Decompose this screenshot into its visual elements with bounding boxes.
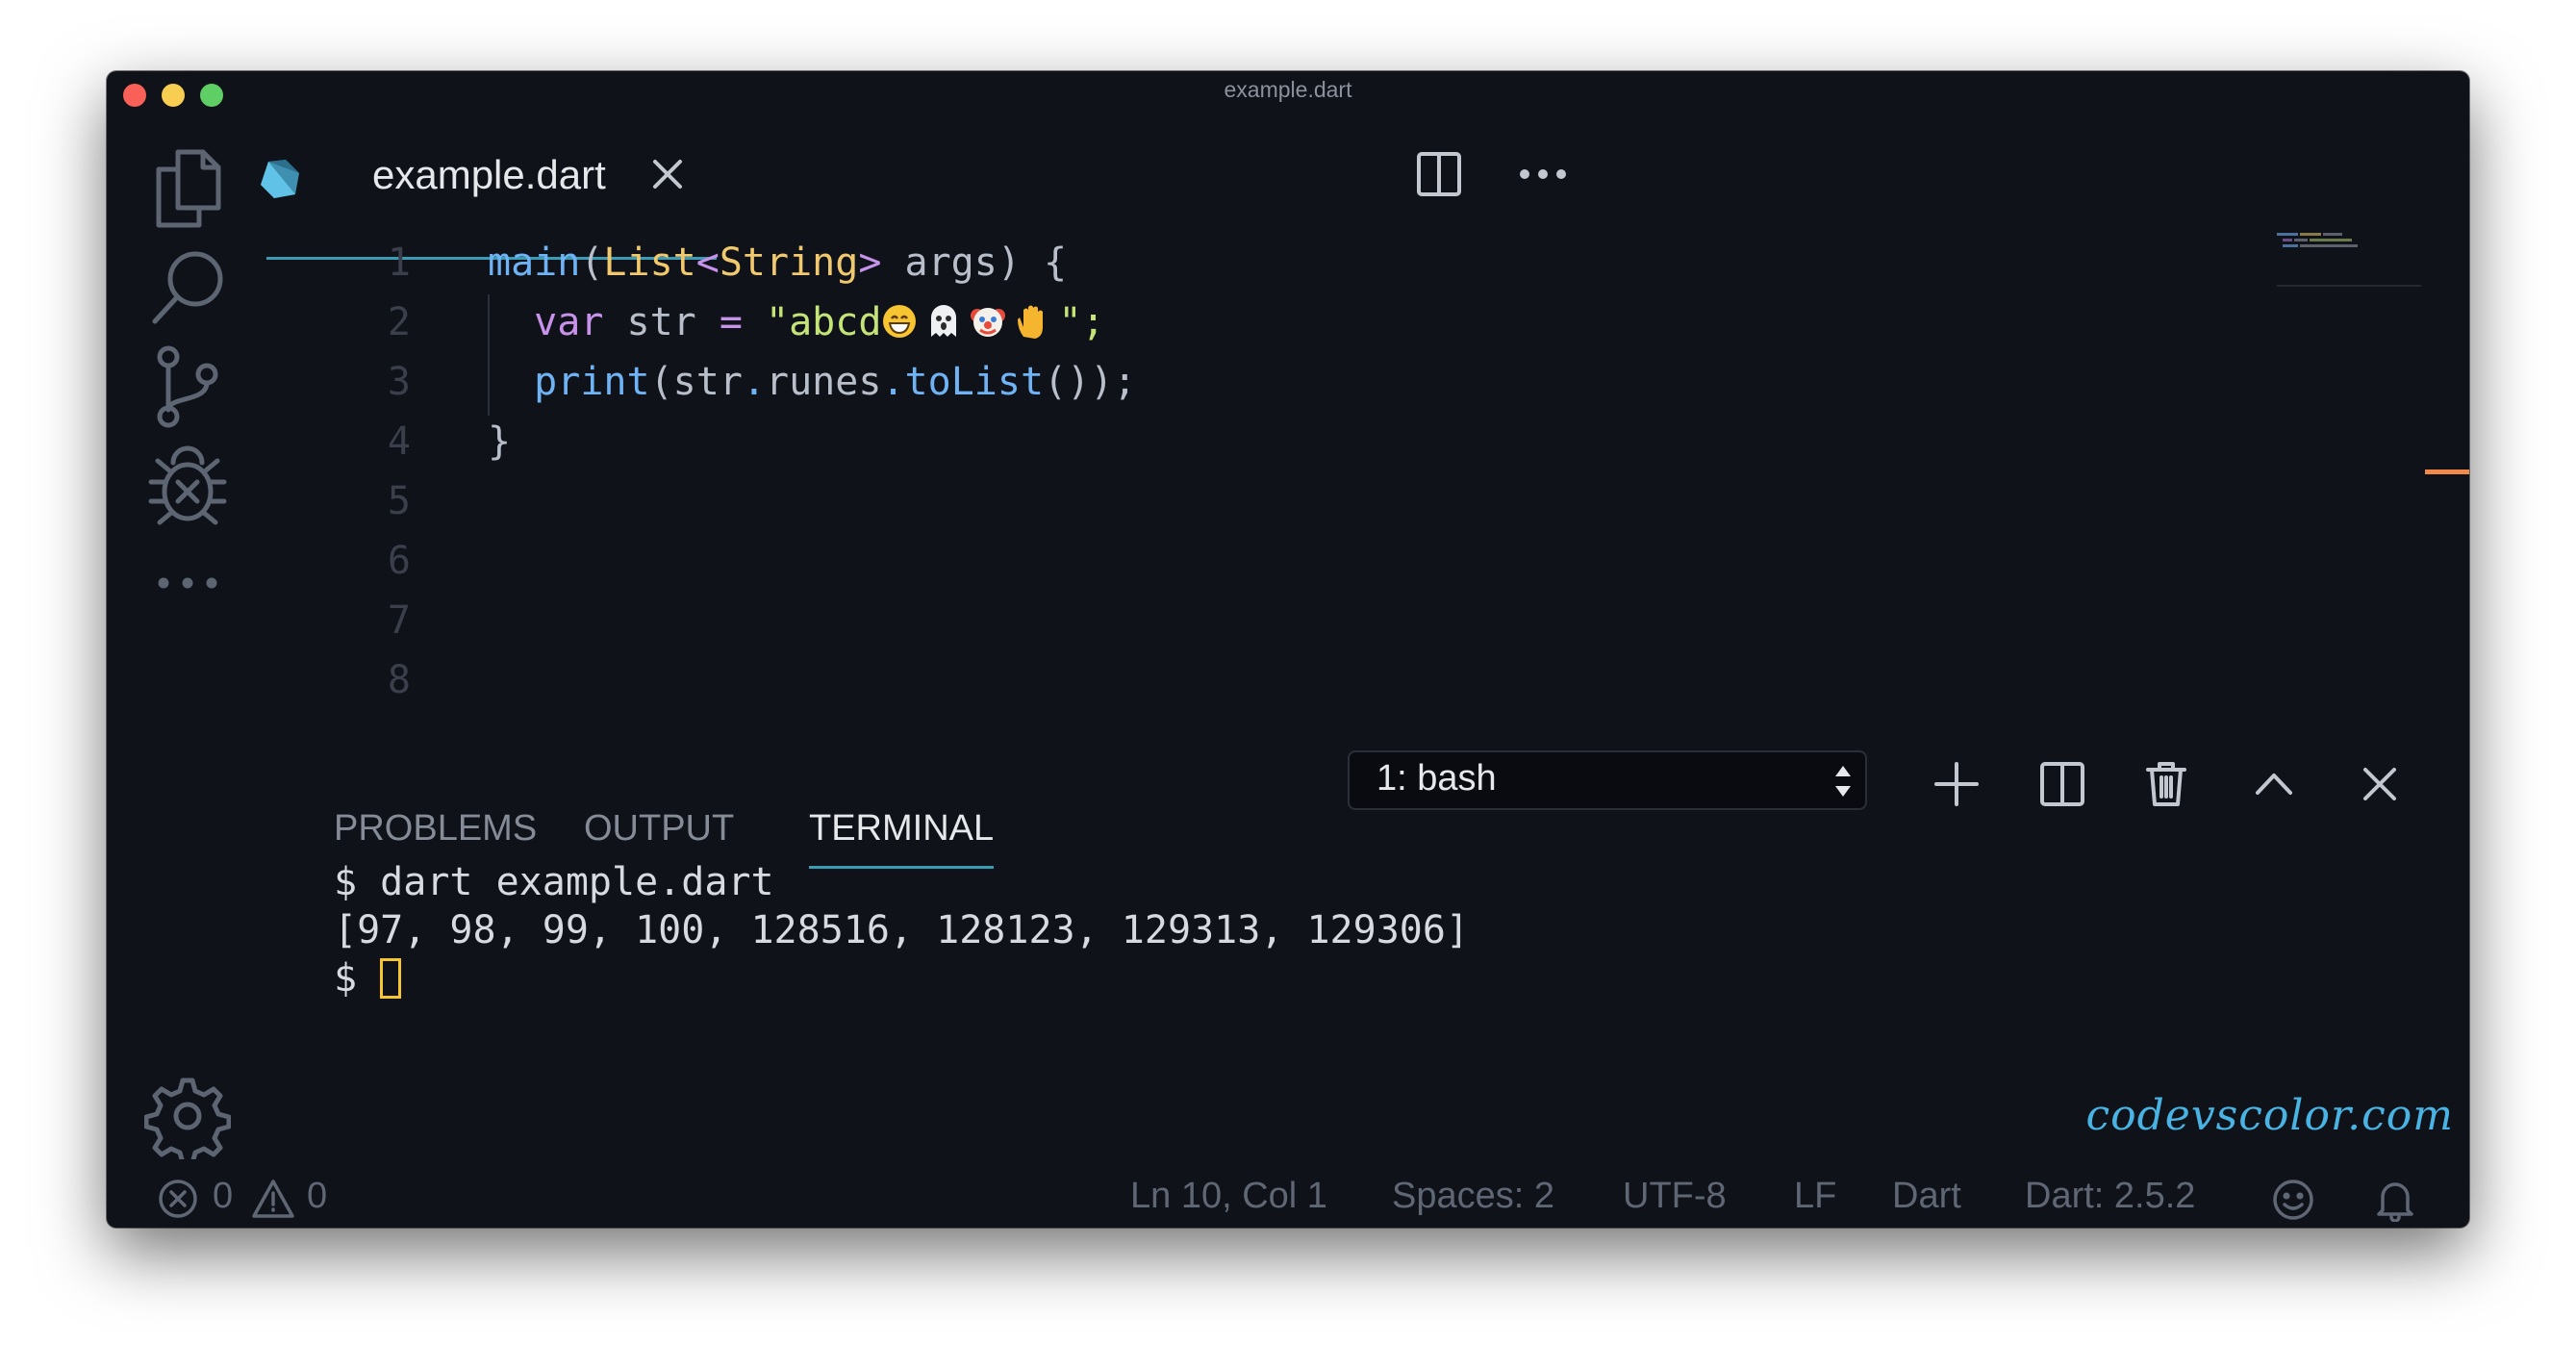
- terminal-line: [97, 98, 99, 100, 128516, 128123, 129313…: [334, 908, 1470, 952]
- status-bar: 0 0 Ln 10, Col 1 Spaces: 2 UTF-8 LF Dart…: [107, 1162, 2469, 1228]
- code-area[interactable]: main(List<String> args) { var str = "abc…: [488, 233, 1136, 471]
- split-terminal-icon[interactable]: [2038, 760, 2086, 813]
- line-number: 3: [387, 360, 411, 404]
- terminal[interactable]: $ dart example.dart [97, 98, 99, 100, 12…: [334, 858, 1469, 1002]
- more-actions-icon[interactable]: [1519, 150, 1567, 203]
- line-number: 7: [387, 598, 411, 643]
- close-tab-icon[interactable]: [645, 152, 690, 196]
- terminal-select[interactable]: 1: bash: [1348, 750, 1867, 810]
- cursor-position[interactable]: Ln 10, Col 1: [1130, 1176, 1327, 1217]
- settings-icon[interactable]: [141, 1070, 234, 1162]
- code-token: args) {: [881, 241, 1068, 285]
- code-token: "abcd: [742, 300, 882, 344]
- terminal-line: $ dart example.dart: [334, 860, 774, 904]
- window-title: example.dart: [1224, 77, 1352, 102]
- feedback-icon[interactable]: [2271, 1178, 2315, 1228]
- watermark: codevscolor.com: [2085, 1091, 2454, 1140]
- code-line-3: print(str.runes.toList());: [488, 352, 1136, 412]
- split-editor-icon[interactable]: [1415, 150, 1463, 203]
- code-token: ());: [1044, 360, 1137, 404]
- code-line-1: main(List<String> args) {: [488, 233, 1136, 292]
- line-number: 8: [387, 658, 411, 702]
- line-number: 4: [387, 419, 411, 464]
- terminal-prompt: $: [334, 956, 381, 1001]
- search-icon[interactable]: [141, 241, 234, 333]
- code-token: str: [603, 300, 720, 344]
- code-token: (: [580, 241, 604, 285]
- code-token: print: [534, 360, 650, 404]
- overview-ruler-marker: [2425, 469, 2469, 474]
- code-token: var: [534, 300, 604, 344]
- emoji-run: [881, 300, 1058, 344]
- code-token: <: [695, 241, 720, 285]
- code-token: }: [488, 419, 512, 464]
- line-ending[interactable]: LF: [1794, 1176, 1836, 1217]
- code-token: .: [742, 360, 767, 404]
- code-token: runes: [766, 360, 882, 404]
- error-count[interactable]: 0: [213, 1176, 233, 1217]
- code-token: .: [881, 360, 905, 404]
- code-token: List: [603, 241, 696, 285]
- select-arrows-icon: [1835, 766, 1851, 797]
- warning-icon[interactable]: [251, 1178, 295, 1228]
- grinning-face-emoji: [883, 305, 917, 338]
- terminal-cursor: [380, 958, 402, 999]
- warning-count[interactable]: 0: [307, 1176, 327, 1217]
- encoding[interactable]: UTF-8: [1623, 1176, 1727, 1217]
- activity-bar: [107, 114, 261, 1183]
- minimap[interactable]: [2277, 229, 2421, 287]
- line-number: 5: [387, 479, 411, 523]
- code-token: >: [858, 241, 882, 285]
- code-token: =: [719, 300, 743, 344]
- line-number: 1: [387, 241, 411, 285]
- title-bar: example.dart: [107, 71, 2469, 114]
- trash-icon[interactable]: [2142, 760, 2190, 813]
- code-token: (str: [649, 360, 743, 404]
- tab-problems[interactable]: PROBLEMS: [334, 800, 537, 866]
- code-token: toList: [904, 360, 1045, 404]
- dart-sdk-version[interactable]: Dart: 2.5.2: [2025, 1176, 2195, 1217]
- dart-icon: [257, 156, 301, 200]
- error-icon[interactable]: [157, 1178, 199, 1228]
- indentation[interactable]: Spaces: 2: [1392, 1176, 1554, 1217]
- terminal-select-value: 1: bash: [1376, 758, 1497, 799]
- code-token: main: [488, 241, 581, 285]
- more-icon[interactable]: [141, 537, 234, 629]
- notifications-icon[interactable]: [2373, 1178, 2417, 1228]
- code-line-2: var str = "abcd ";: [488, 292, 1136, 352]
- line-number: 2: [387, 300, 411, 344]
- debug-icon[interactable]: [141, 439, 234, 531]
- ghost-emoji: [931, 305, 957, 337]
- clown-face-emoji: [971, 308, 1006, 337]
- editor-window: example.dart example.dart 1 2 3 4 5 6 7 …: [107, 71, 2469, 1228]
- tab-output[interactable]: OUTPUT: [584, 800, 734, 866]
- line-number: 6: [387, 539, 411, 583]
- terminal-prompt-line: $: [334, 954, 1469, 1002]
- code-line-4: }: [488, 412, 1136, 471]
- code-token: ";: [1058, 300, 1105, 344]
- new-terminal-icon[interactable]: [1932, 760, 1981, 813]
- language-mode[interactable]: Dart: [1892, 1176, 1961, 1217]
- source-control-icon[interactable]: [141, 341, 234, 433]
- tab-label: example.dart: [372, 152, 606, 197]
- code-token: String: [719, 241, 859, 285]
- files-icon[interactable]: [141, 142, 234, 235]
- close-panel-icon[interactable]: [2356, 760, 2404, 813]
- maximize-panel-icon[interactable]: [2250, 760, 2298, 813]
- raised-hand-emoji: [1018, 305, 1044, 339]
- line-numbers: 1 2 3 4 5 6 7 8: [266, 233, 411, 710]
